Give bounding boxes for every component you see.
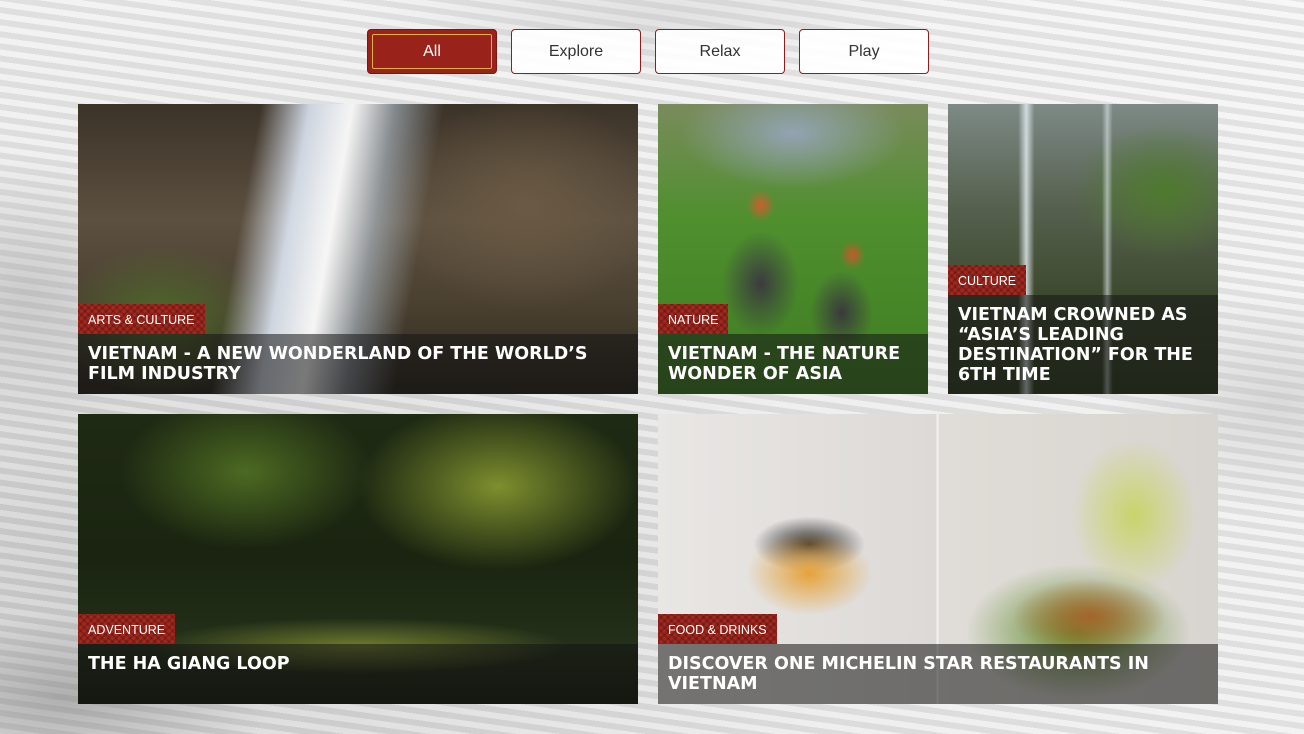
filter-bar: All Explore Relax Play xyxy=(367,29,929,74)
card-caption: VIETNAM CROWNED AS “ASIA’S LEADING DESTI… xyxy=(948,295,1218,394)
article-card-michelin-restaurants[interactable]: FOOD & DRINKS DISCOVER ONE MICHELIN STAR… xyxy=(658,414,1218,704)
article-card-ha-giang-loop[interactable]: ADVENTURE THE HA GIANG LOOP xyxy=(78,414,638,704)
filter-explore-button[interactable]: Explore xyxy=(511,29,641,74)
filter-play-button[interactable]: Play xyxy=(799,29,929,74)
category-tag: FOOD & DRINKS xyxy=(658,614,777,644)
article-card-nature-wonder[interactable]: NATURE VIETNAM - THE NATURE WONDER OF AS… xyxy=(658,104,928,394)
category-tag: NATURE xyxy=(658,304,728,334)
card-caption: VIETNAM - THE NATURE WONDER OF ASIA xyxy=(658,334,928,394)
category-tag: ADVENTURE xyxy=(78,614,175,644)
category-tag: ARTS & CULTURE xyxy=(78,304,205,334)
card-title: VIETNAM - THE NATURE WONDER OF ASIA xyxy=(668,344,901,384)
card-caption: DISCOVER ONE MICHELIN STAR RESTAURANTS I… xyxy=(658,644,1218,704)
category-tag: CULTURE xyxy=(948,265,1026,295)
card-title: DISCOVER ONE MICHELIN STAR RESTAURANTS I… xyxy=(668,654,1149,694)
filter-all-button[interactable]: All xyxy=(367,29,497,74)
card-title: VIETNAM - A NEW WONDERLAND OF THE WORLD’… xyxy=(88,344,588,384)
card-title: VIETNAM CROWNED AS “ASIA’S LEADING DESTI… xyxy=(958,305,1193,385)
article-card-film-industry[interactable]: ARTS & CULTURE VIETNAM - A NEW WONDERLAN… xyxy=(78,104,638,394)
card-title: THE HA GIANG LOOP xyxy=(88,654,290,674)
card-caption: VIETNAM - A NEW WONDERLAND OF THE WORLD’… xyxy=(78,334,638,394)
filter-relax-button[interactable]: Relax xyxy=(655,29,785,74)
article-card-leading-destination[interactable]: CULTURE VIETNAM CROWNED AS “ASIA’S LEADI… xyxy=(948,104,1218,394)
card-caption: THE HA GIANG LOOP xyxy=(78,644,638,704)
